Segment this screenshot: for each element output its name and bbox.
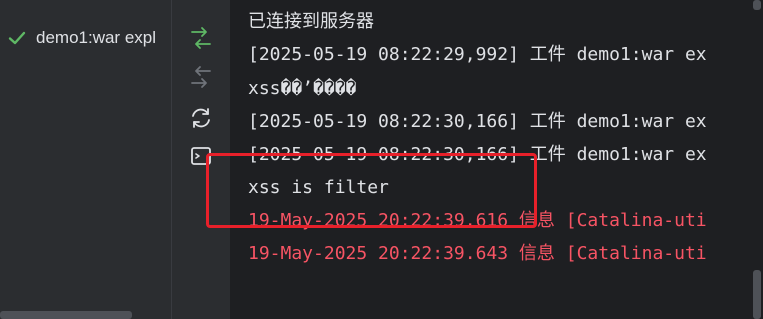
services-tree-panel: demo1:war expl xyxy=(0,0,171,319)
artifact-label: demo1:war expl xyxy=(36,28,157,47)
console-line: [2025-05-19 08:22:29,992] 工件 demo1:war e… xyxy=(248,44,707,65)
vertical-scrollbar-thumb[interactable] xyxy=(753,270,761,319)
console-line: 已连接到服务器 xyxy=(248,11,374,32)
horizontal-scrollbar[interactable] xyxy=(0,311,132,319)
refresh-icon xyxy=(192,108,210,128)
console-line: xss��’���� xyxy=(248,78,357,99)
refresh-button[interactable] xyxy=(187,104,215,132)
undeploy-button[interactable] xyxy=(187,63,215,91)
deploy-icon xyxy=(191,27,211,49)
undeploy-icon xyxy=(191,66,211,88)
highlight-annotation-box xyxy=(206,153,537,228)
vertical-scrollbar-thumb-top[interactable] xyxy=(753,0,761,10)
deploy-button[interactable] xyxy=(187,24,215,52)
console-line: [2025-05-19 08:22:30,166] 工件 demo1:war e… xyxy=(248,111,707,132)
services-tree-item-demo1-war[interactable]: demo1:war expl xyxy=(0,22,171,54)
console-line-error: 19-May-2025 20:22:39.643 信息 [Catalina-ut… xyxy=(248,243,707,264)
check-icon xyxy=(8,29,26,47)
vertical-scrollbar-track[interactable] xyxy=(751,0,763,319)
